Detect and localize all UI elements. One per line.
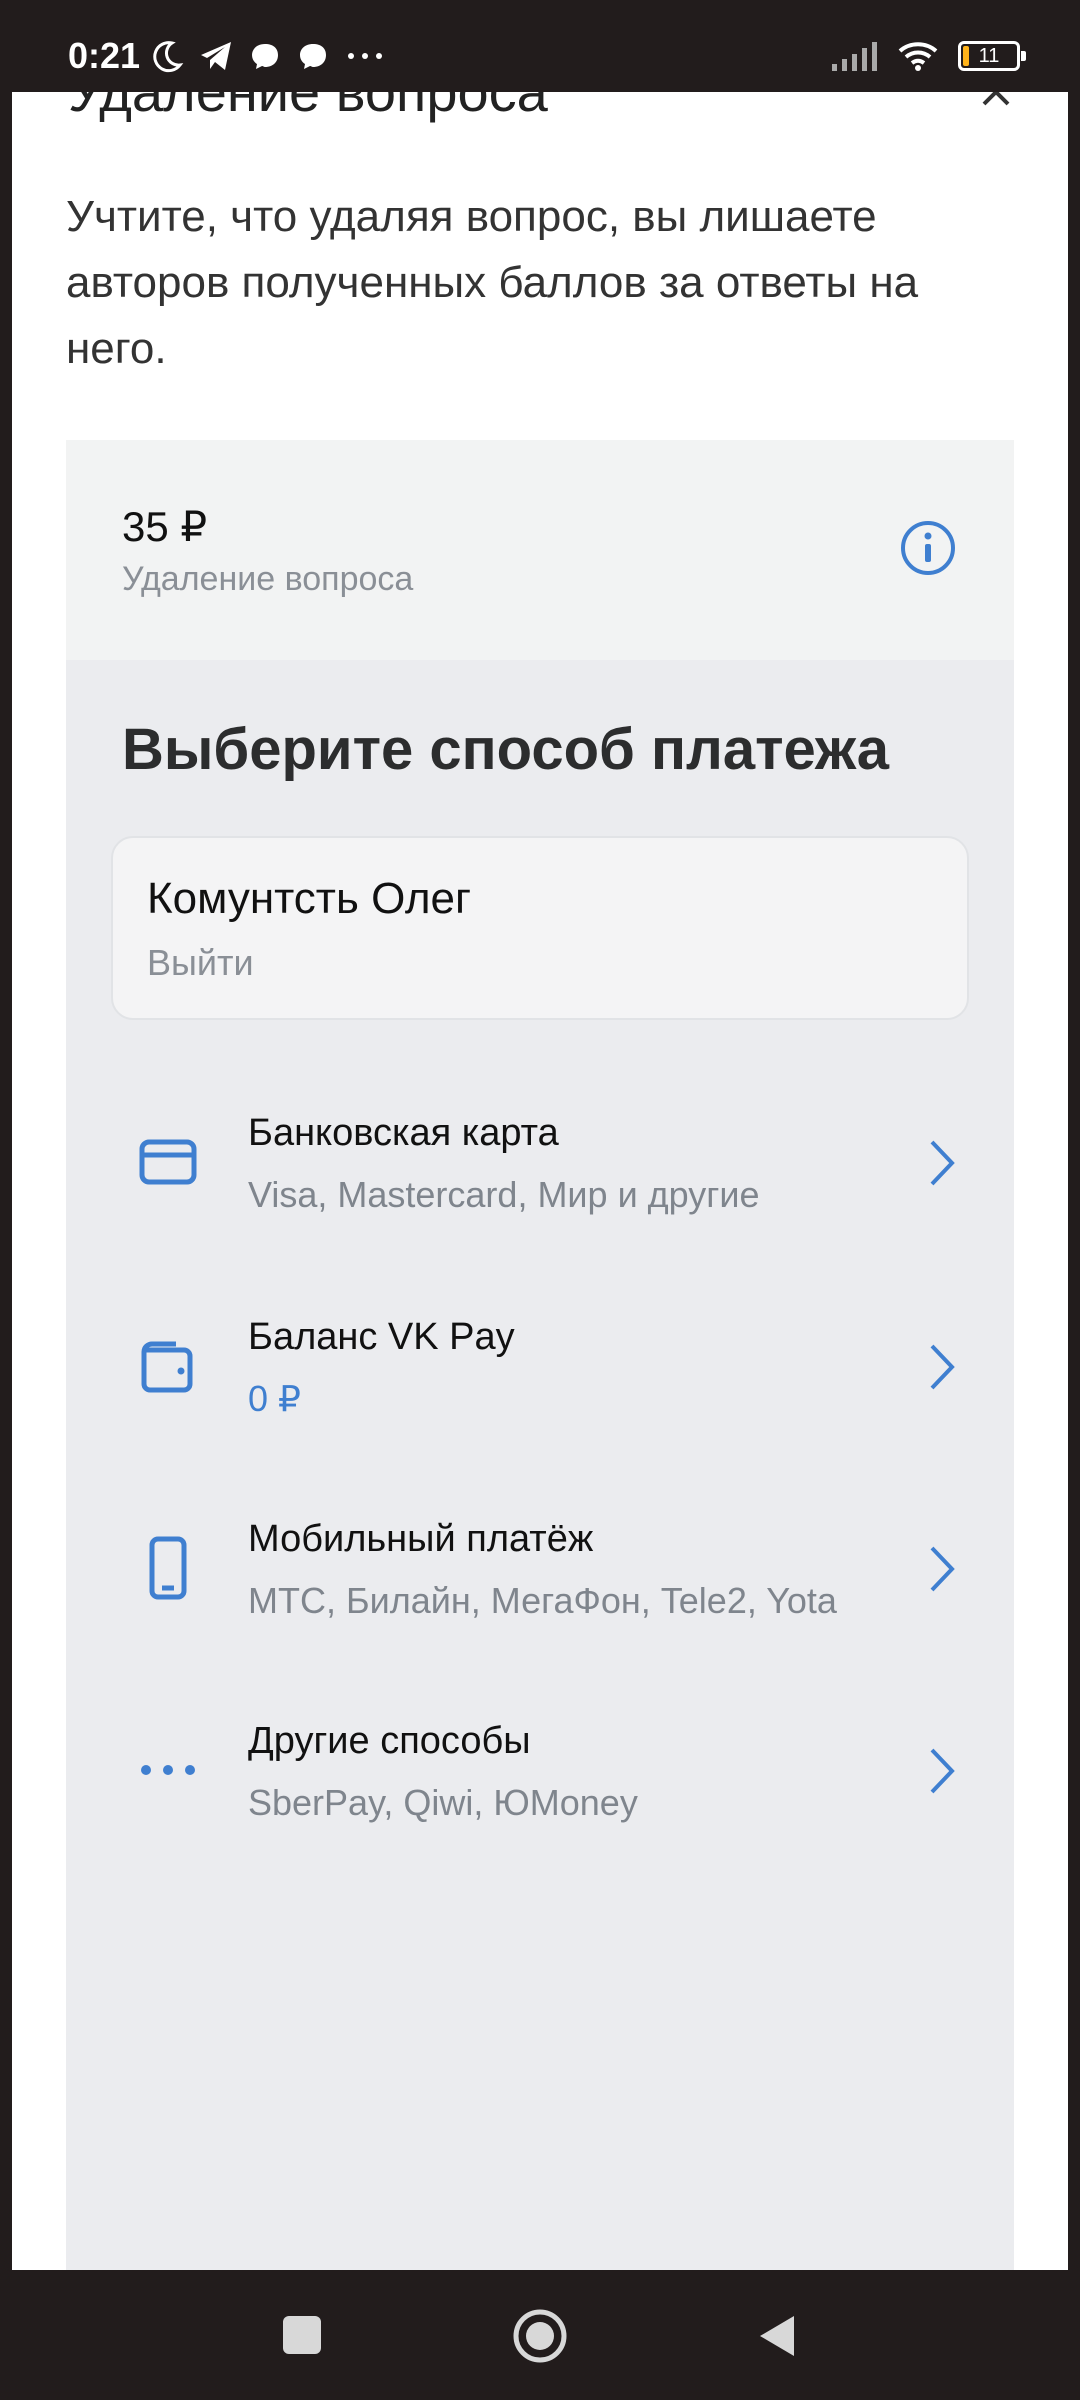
price-description: Удаление вопроса (122, 560, 414, 598)
info-icon[interactable] (898, 518, 958, 578)
credit-card-icon (139, 1139, 197, 1185)
back-button[interactable] (756, 2312, 798, 2360)
price-amount: 35 ₽ (122, 503, 208, 550)
method-title: Банковская карта (248, 1112, 559, 1154)
price-summary: 35 ₽ Удаление вопроса (66, 440, 1014, 660)
telegram-icon (201, 42, 231, 70)
chevron-right-icon (930, 1140, 955, 1186)
chat-bubble-icon (300, 44, 326, 69)
user-name: Комунтсть Олег (147, 874, 472, 923)
recent-apps-button[interactable] (283, 2316, 321, 2354)
payment-method-mobile[interactable]: Мобильный платёж МТС, Билайн, МегаФон, T… (66, 1490, 1014, 1650)
signal-icon (832, 42, 877, 71)
vk-pay-balance: 0 ₽ (248, 1378, 301, 1419)
wifi-icon (898, 42, 938, 71)
user-account-card: Комунтсть Олег Выйти (111, 836, 969, 1020)
method-title: Мобильный платёж (248, 1518, 594, 1560)
logout-link[interactable]: Выйти (147, 942, 254, 984)
payment-method-bank-card[interactable]: Банковская карта Visa, Mastercard, Мир и… (66, 1084, 1014, 1244)
chevron-right-icon (930, 1546, 955, 1592)
wallet-icon (141, 1341, 193, 1393)
status-system-icons: 11 (830, 34, 1026, 78)
method-title: Другие способы (248, 1720, 531, 1762)
delete-warning-text: Учтите, что удаляя вопрос, вы лишаете ав… (66, 192, 919, 373)
chevron-right-icon (930, 1748, 955, 1794)
status-notification-icons (150, 34, 386, 78)
battery-icon: 11 (958, 41, 1026, 71)
moon-icon (153, 41, 184, 73)
payment-method-vk-pay[interactable]: Баланс VK Pay 0 ₽ (66, 1288, 1014, 1448)
payment-title: Выберите способ платежа (122, 717, 890, 782)
system-navigation-bar (0, 2270, 1080, 2400)
method-subtitle: МТС, Билайн, МегаФон, Tele2, Yota (248, 1580, 837, 1621)
battery-level-fill (963, 46, 969, 66)
more-dots-icon (141, 1765, 195, 1775)
close-icon[interactable] (976, 92, 1016, 112)
delete-question-sheet: Удаление вопроса Учтите, что удаляя вопр… (12, 92, 1068, 2270)
chevron-right-icon (930, 1344, 955, 1390)
battery-level-text: 11 (978, 44, 1000, 67)
chat-bubble-icon (252, 44, 278, 69)
payment-method-other[interactable]: Другие способы SberPay, Qiwi, ЮMoney (66, 1692, 1014, 1852)
more-dots-icon (348, 53, 382, 59)
status-time: 0:21 (68, 35, 141, 76)
method-title: Баланс VK Pay (248, 1316, 515, 1358)
sheet-title: Удаление вопроса (68, 92, 548, 124)
mobile-phone-icon (149, 1536, 187, 1600)
status-bar: 0:21 11 (0, 0, 1080, 92)
method-subtitle: SberPay, Qiwi, ЮMoney (248, 1782, 638, 1823)
payment-methods-panel: Выберите способ платежа Комунтсть Олег В… (66, 660, 1014, 2270)
method-subtitle: Visa, Mastercard, Мир и другие (248, 1174, 760, 1215)
home-button[interactable] (510, 2306, 570, 2366)
